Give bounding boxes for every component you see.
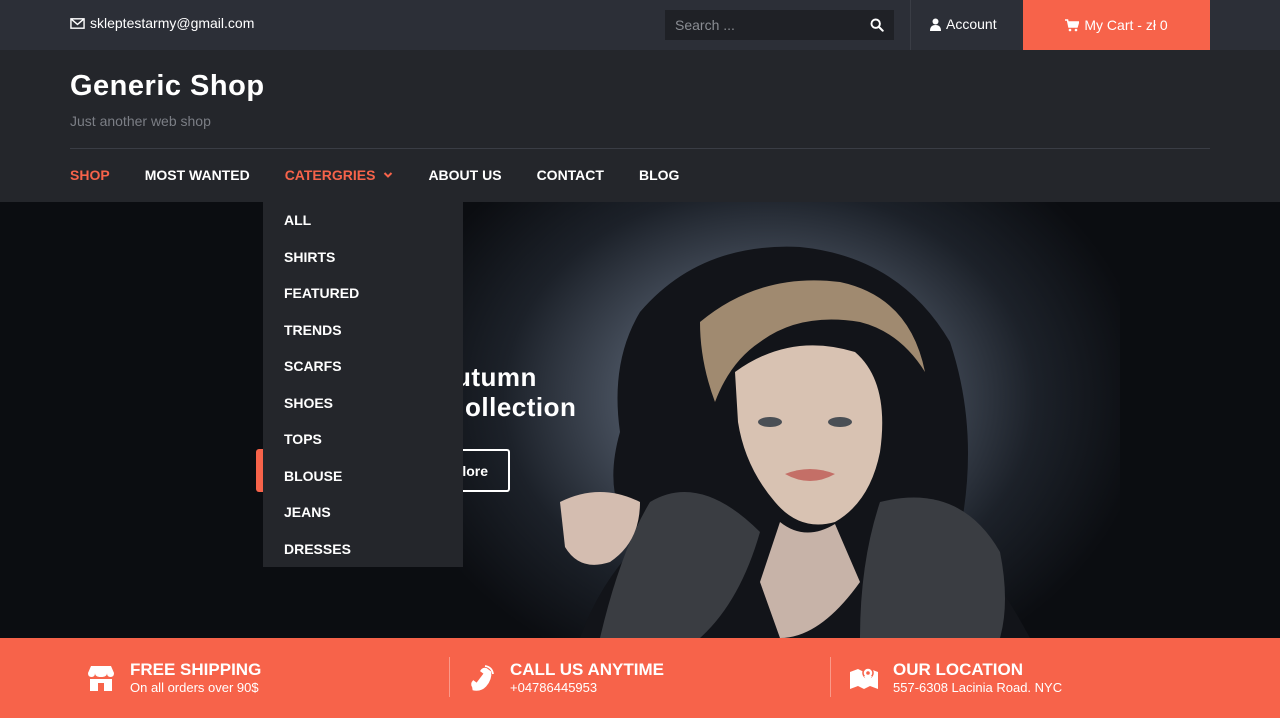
nav-item-blog[interactable]: Blog (639, 167, 679, 183)
dropdown-item-all[interactable]: All (263, 202, 463, 239)
search-input[interactable] (665, 10, 860, 40)
site-title[interactable]: Generic Shop (70, 70, 265, 103)
top-divider (910, 0, 911, 50)
dropdown-item-featured[interactable]: Featured (263, 275, 463, 312)
header-divider (70, 148, 1210, 149)
features-bar: Free Shipping On all orders over 90$ Cal… (0, 638, 1280, 718)
contact-email-text: skleptestarmy@gmail.com (90, 15, 255, 31)
nav-item-categories[interactable]: Catergries (285, 167, 394, 183)
feature-divider (449, 657, 450, 697)
feature-subtitle: +04786445953 (510, 680, 598, 695)
nav-item-shop[interactable]: Shop (70, 167, 110, 183)
store-icon (88, 666, 114, 691)
hero-slider: utumn ollection lore (0, 202, 1280, 638)
feature-title: Free Shipping (130, 660, 262, 679)
cart-label: My Cart - zł 0 (1084, 17, 1168, 33)
feature-free-shipping: Free Shipping On all orders over 90$ (85, 638, 261, 718)
cart-icon (1065, 18, 1080, 31)
cart-button[interactable]: My Cart - zł 0 (1023, 0, 1210, 50)
search-form (665, 10, 894, 40)
main-nav: Shop Most Wanted Catergries About Us Con… (70, 167, 714, 183)
user-icon (930, 18, 941, 31)
top-bar: skleptestarmy@gmail.com Account My Cart … (0, 0, 1280, 50)
dropdown-item-trends[interactable]: Trends (263, 312, 463, 349)
nav-item-contact[interactable]: Contact (537, 167, 604, 183)
nav-item-most-wanted[interactable]: Most Wanted (145, 167, 250, 183)
nav-item-categories-label: Catergries (284, 167, 376, 183)
account-link[interactable]: Account (930, 16, 997, 32)
account-label: Account (946, 16, 997, 32)
dropdown-item-blouse[interactable]: Blouse (263, 458, 463, 495)
contact-email[interactable]: skleptestarmy@gmail.com (70, 15, 254, 31)
dropdown-item-dresses[interactable]: Dresses (263, 531, 463, 568)
dropdown-item-jeans[interactable]: Jeans (263, 494, 463, 531)
dropdown-item-tops[interactable]: Tops (263, 421, 463, 458)
map-icon (850, 667, 878, 689)
dropdown-item-shirts[interactable]: Shirts (263, 239, 463, 276)
nav-item-about-us[interactable]: About Us (428, 167, 501, 183)
dropdown-item-scarfs[interactable]: Scarfs (263, 348, 463, 385)
feature-subtitle: 557-6308 Lacinia Road. NYC (893, 680, 1063, 695)
categories-dropdown: All Shirts Featured Trends Scarfs Shoes … (263, 202, 463, 567)
hero-secondary-button-label: lore (462, 462, 488, 479)
envelope-icon (70, 17, 85, 29)
dropdown-item-shoes[interactable]: Shoes (263, 385, 463, 422)
feature-title: Our Location (893, 660, 1024, 679)
feature-location: Our Location 557-6308 Lacinia Road. NYC (848, 638, 1062, 718)
feature-call-us: Call Us Anytime +04786445953 (465, 638, 664, 718)
search-button[interactable] (860, 10, 894, 40)
phone-icon (471, 665, 494, 691)
chevron-down-icon (384, 172, 393, 178)
search-icon (870, 18, 884, 32)
site-header: Generic Shop Just another web shop Shop … (0, 50, 1280, 202)
feature-title: Call Us Anytime (510, 660, 664, 679)
feature-subtitle: On all orders over 90$ (130, 680, 259, 695)
feature-divider (830, 657, 831, 697)
site-tagline: Just another web shop (70, 113, 211, 129)
hero-model-image (560, 246, 1030, 638)
